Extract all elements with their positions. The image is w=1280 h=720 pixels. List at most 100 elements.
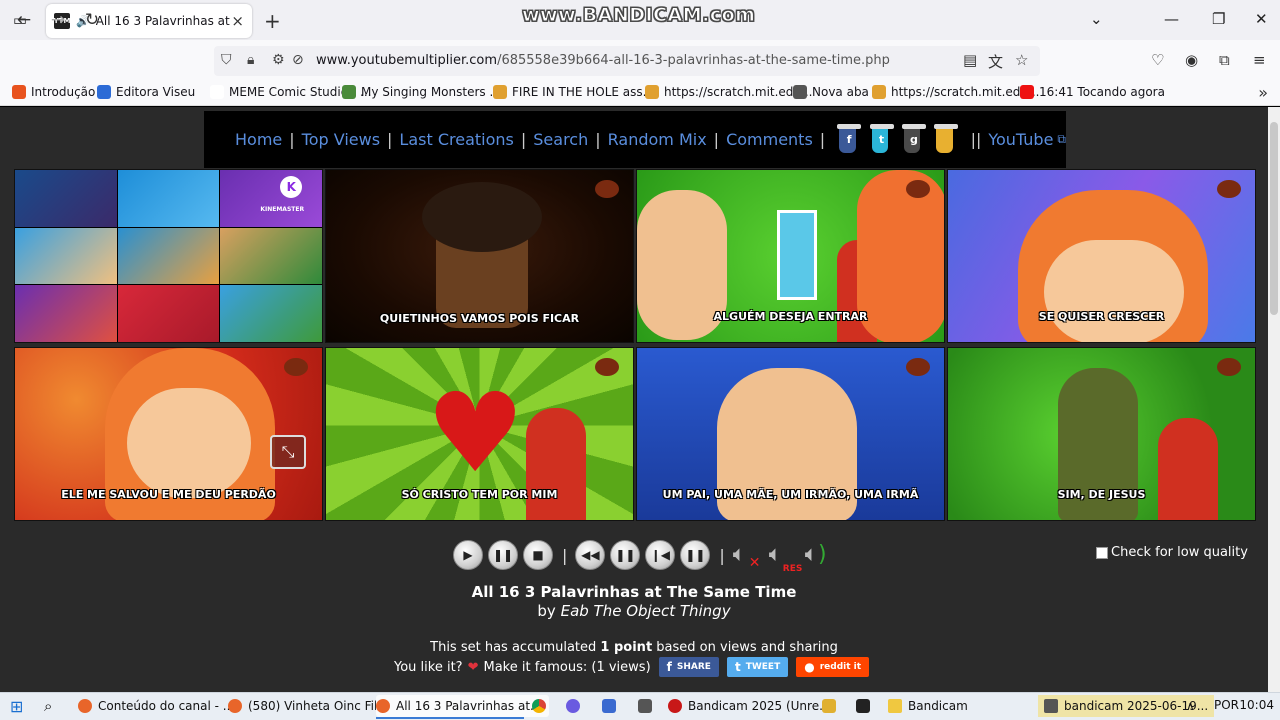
pause-icon[interactable]: ❚❚ [610,540,641,570]
settings-app-icon[interactable] [638,695,658,717]
app-icon[interactable] [566,695,586,717]
mute-icon[interactable]: 🔈︎ ✕ [733,540,765,571]
nav-home[interactable]: Home [235,130,282,149]
video-player-4[interactable]: SE QUISER CRESCER [947,169,1256,343]
channel-logo-icon [906,180,930,198]
autoplay-blocked-icon[interactable]: ⊘ [292,52,304,68]
reader-view-icon[interactable]: ▤ [963,51,977,69]
reset-volume-icon[interactable]: 🔈︎ RES [769,540,803,574]
video-caption: ELE ME SALVOU E ME DEU PERDÃO [61,488,276,501]
bookmark-item[interactable]: Introdução [12,85,95,99]
channel-logo-icon [906,358,930,376]
stop-all-icon[interactable]: ■ [523,540,553,570]
facebook-cup-icon[interactable]: f [837,123,862,153]
taskbar-item-folder[interactable]: Bandicam [888,695,968,717]
account-icon[interactable]: ◉ [1185,51,1198,69]
reload-button[interactable]: ↻ [82,10,102,30]
lock-icon[interactable]: 🔒︎ [247,52,254,68]
close-window-button[interactable]: ✕ [1255,10,1268,28]
taskbar-item-firefox-1[interactable]: Conteúdo do canal - ... [78,695,234,717]
channel-logo-icon [595,180,619,198]
bookmark-star-icon[interactable]: ☆ [1015,51,1028,69]
points-count: 1 point [600,640,653,655]
more-bookmarks-icon[interactable]: » [1258,83,1268,102]
maximize-button[interactable]: ❐ [1212,10,1225,28]
nav-youtube[interactable]: YouTube [988,130,1053,149]
nav-random-mix[interactable]: Random Mix [608,130,707,149]
chrome-icon[interactable] [532,695,552,717]
bookmark-item[interactable]: FIRE IN THE HOLE ass... [493,85,654,99]
pocket-icon[interactable]: ♡ [1151,51,1164,69]
bookmark-item[interactable]: Editora Viseu [97,85,195,99]
low-quality-label: Check for low quality [1111,545,1248,560]
search-icon[interactable]: ⌕ [44,695,52,717]
language-indicator[interactable]: POR [1214,698,1239,712]
photos-app-icon[interactable] [822,695,842,717]
facebook-share-button[interactable]: f SHARE [658,657,719,677]
video-player-5[interactable]: ELE ME SALVOU E ME DEU PERDÃO [14,347,323,521]
like-bar: You like it? ❤ Make it famous: (1 views)… [394,657,870,677]
tweet-button[interactable]: t TWEET [726,657,789,677]
taskbar-item-firefox-3[interactable]: All 16 3 Palavrinhas at... [376,695,550,717]
video-caption: UM PAI, UMA MÃE, UM IRMÃO, UMA IRMÃ [662,488,919,501]
nav-top-views[interactable]: Top Views [302,130,380,149]
taskbar-item-firefox-2[interactable]: (580) Vinheta Oinc Fil... [228,695,389,717]
bookmark-item[interactable]: https://scratch.mit.edu... [645,85,812,99]
site-navigation: Home | Top Views | Last Creations | Search |… [204,111,1066,168]
active-tab[interactable]: YTM 🔊 All 16 3 Palavrinhas at The S × [46,4,252,38]
taskbar-item-bandicam[interactable]: Bandicam 2025 (Unre... [668,695,831,717]
media-app-icon[interactable] [856,695,876,717]
extensions-icon[interactable]: ⧉ [1219,51,1230,69]
nav-comments[interactable]: Comments [726,130,813,149]
pause-sync-icon[interactable]: ❚❚ [680,540,711,570]
back-button[interactable]: ← [14,10,34,30]
channel-logo-icon [1217,180,1241,198]
nav-last-creations[interactable]: Last Creations [399,130,513,149]
volume-up-icon[interactable]: 🔈︎) [805,540,837,570]
url-text[interactable]: www.youtubemultiplier.com/685558e39b664-… [316,53,890,68]
set-title: All 16 3 Palavrinhas at The Same Time [471,583,797,601]
clock[interactable]: 10:04 [1239,698,1274,712]
channel-logo-icon [1217,358,1241,376]
reddit-button[interactable]: ● reddit it [796,657,870,677]
bookmark-favicon-icon [1020,85,1034,99]
video-player-8[interactable]: SIM, DE JESUS [947,347,1256,521]
shield-icon[interactable]: ⛉ [221,52,232,68]
bookmark-item[interactable]: 16:41 Tocando agora [1020,85,1165,99]
tray-expand-icon[interactable]: ∧ [1186,695,1195,717]
expand-icon[interactable]: ⤡ [270,435,306,469]
video-player-6[interactable]: ♥ SÓ CRISTO TEM POR MIM [325,347,634,521]
video-caption: SIM, DE JESUS [1057,488,1146,501]
menu-icon[interactable]: ≡ [1253,51,1266,69]
tab-title: All 16 3 Palavrinhas at The S [95,14,232,28]
twitter-cup-icon[interactable]: t [869,123,895,153]
restart-icon[interactable]: ❙◀ [645,540,676,570]
play-all-icon[interactable]: ▶ [453,540,483,570]
pause-all-icon[interactable]: ❚❚ [488,540,518,570]
new-tab-button[interactable]: + [264,9,281,33]
translate-icon[interactable]: 文 [988,51,1003,72]
permissions-icon[interactable]: ⚙ [272,52,285,68]
google-cup-icon[interactable]: g [901,123,927,153]
minimize-button[interactable]: — [1164,10,1179,28]
rewind-icon[interactable]: ◀◀ [575,540,606,570]
bookmark-item[interactable]: Nova aba [793,85,869,99]
low-quality-checkbox[interactable] [1096,546,1108,559]
twitter-icon: t [734,660,741,674]
start-icon[interactable]: ⊞ [10,695,23,717]
close-tab-icon[interactable]: × [231,12,244,30]
video-player-7[interactable]: UM PAI, UMA MÃE, UM IRMÃO, UMA IRMÃ [636,347,945,521]
mix-cup-icon[interactable] [934,123,959,153]
video-player-1[interactable]: K KINEMASTER [14,169,323,343]
bookmark-item[interactable]: https://scratch.mit.edu... [872,85,1039,99]
k-app-icon[interactable] [602,695,622,717]
nav-search[interactable]: Search [533,130,588,149]
forward-button[interactable]: → [48,10,68,30]
video-player-3[interactable]: ALGUÉM DESEJA ENTRAR [636,169,945,343]
author-name[interactable]: Eab The Object Thingy [561,602,731,620]
scrollbar-thumb[interactable] [1270,122,1278,315]
video-player-2[interactable]: QUIETINHOS VAMOS POIS FICAR [325,169,634,343]
bookmark-item[interactable]: My Singing Monsters ... [342,85,501,99]
presenter-figure [526,408,586,520]
list-all-tabs-icon[interactable]: ⌄ [1090,10,1103,28]
